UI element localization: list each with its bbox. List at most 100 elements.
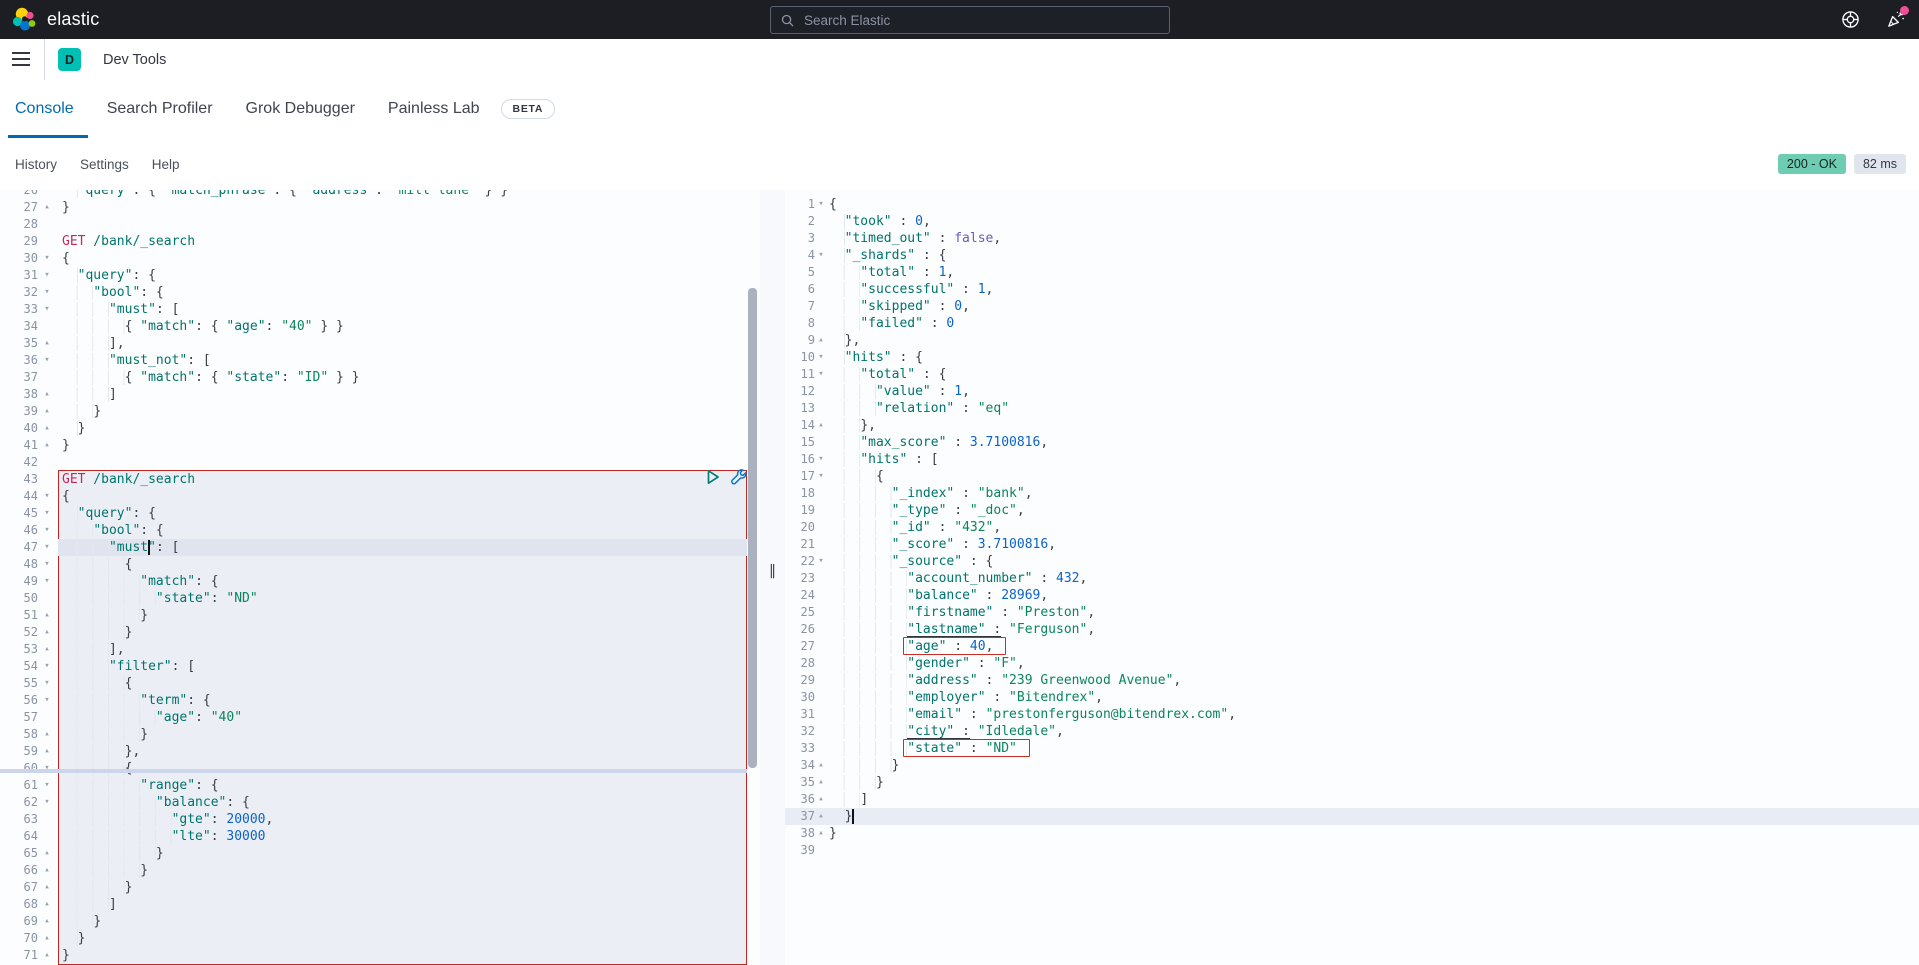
code-line[interactable]: 3 "timed_out" : false, [785, 230, 1919, 247]
code-line[interactable]: 31▾ "query": { [0, 267, 760, 284]
fold-toggle-icon[interactable]: ▴ [38, 335, 56, 352]
code-line[interactable]: 19 "_type" : "_doc", [785, 502, 1919, 519]
newsfeed-icon[interactable] [1886, 10, 1905, 29]
code-line[interactable]: 68▴ ] [0, 896, 760, 913]
code-line[interactable]: 31 "email" : "prestonferguson@bitendrex.… [785, 706, 1919, 723]
code-line[interactable]: 35▴ ], [0, 335, 760, 352]
fold-toggle-icon[interactable]: ▾ [38, 352, 56, 369]
code-line[interactable]: 42 [0, 454, 760, 471]
fold-toggle-icon[interactable]: ▾ [38, 250, 56, 267]
code-line[interactable]: 71▴} [0, 947, 760, 964]
fold-toggle-icon[interactable]: ▾ [815, 349, 827, 366]
code-line[interactable]: 33▾ "must": [ [0, 301, 760, 318]
code-line[interactable]: 58▴ } [0, 726, 760, 743]
code-line[interactable]: 38▴ ] [0, 386, 760, 403]
fold-toggle-icon[interactable]: ▴ [38, 947, 56, 964]
menu-icon[interactable] [12, 51, 30, 67]
code-line[interactable]: 36▾ "must_not": [ [0, 352, 760, 369]
wrench-icon[interactable] [729, 468, 747, 486]
code-line[interactable]: 40▴ } [0, 420, 760, 437]
code-line[interactable]: 65▴ } [0, 845, 760, 862]
code-line[interactable]: 24 "balance" : 28969, [785, 587, 1919, 604]
code-line[interactable]: 16▾ "hits" : [ [785, 451, 1919, 468]
code-line[interactable]: 12 "value" : 1, [785, 383, 1919, 400]
code-line[interactable]: 57 "age": "40" [0, 709, 760, 726]
code-line[interactable]: 48▾ { [0, 556, 760, 573]
breadcrumb[interactable]: Dev Tools [103, 39, 166, 80]
tab-console[interactable]: Console [15, 100, 74, 118]
code-line[interactable]: 17▾ { [785, 468, 1919, 485]
code-line[interactable]: 4▾ "_shards" : { [785, 247, 1919, 264]
fold-toggle-icon[interactable]: ▾ [38, 267, 56, 284]
code-line[interactable]: 32▾ "bool": { [0, 284, 760, 301]
fold-toggle-icon[interactable]: ▾ [38, 777, 56, 794]
code-line[interactable]: 56▾ "term": { [0, 692, 760, 709]
code-line[interactable]: 67▴ } [0, 879, 760, 896]
code-line[interactable]: 15 "max_score" : 3.7100816, [785, 434, 1919, 451]
code-line[interactable]: 39▴ } [0, 403, 760, 420]
code-line[interactable]: 32 "city" : "Idledale", [785, 723, 1919, 740]
code-line[interactable]: 33 "state" : "ND" [785, 740, 1919, 757]
code-line[interactable]: 36▴ ] [785, 791, 1919, 808]
request-editor[interactable]: 26 "query": { "match_phrase": { "address… [0, 190, 760, 965]
code-line[interactable]: 59▴ }, [0, 743, 760, 760]
code-line[interactable]: 50 "state": "ND" [0, 590, 760, 607]
code-line[interactable]: 27▴} [0, 199, 760, 216]
fold-toggle-icon[interactable]: ▴ [38, 862, 56, 879]
code-line[interactable]: 7 "skipped" : 0, [785, 298, 1919, 315]
code-line[interactable]: 1▾{ [785, 196, 1919, 213]
help-icon[interactable] [1841, 10, 1860, 29]
fold-toggle-icon[interactable]: ▴ [38, 199, 56, 216]
code-line[interactable]: 53▴ ], [0, 641, 760, 658]
code-line[interactable]: 34 { "match": { "age": "40" } } [0, 318, 760, 335]
fold-toggle-icon[interactable]: ▴ [38, 624, 56, 641]
code-line[interactable]: 29GET /bank/_search [0, 233, 760, 250]
elastic-logo-icon[interactable] [12, 7, 38, 33]
code-line[interactable]: 52▴ } [0, 624, 760, 641]
code-line[interactable]: 9▴ }, [785, 332, 1919, 349]
fold-toggle-icon[interactable]: ▴ [38, 420, 56, 437]
tab-search-profiler[interactable]: Search Profiler [107, 100, 213, 118]
code-line[interactable]: 66▴ } [0, 862, 760, 879]
fold-toggle-icon[interactable]: ▴ [38, 437, 56, 454]
fold-toggle-icon[interactable]: ▴ [815, 417, 827, 434]
fold-toggle-icon[interactable]: ▾ [38, 658, 56, 675]
fold-toggle-icon[interactable]: ▾ [815, 247, 827, 264]
send-request-icon[interactable] [704, 468, 722, 486]
fold-toggle-icon[interactable]: ▾ [38, 692, 56, 709]
search-input[interactable] [802, 12, 1146, 29]
fold-toggle-icon[interactable]: ▴ [38, 930, 56, 947]
code-line[interactable]: 49▾ "match": { [0, 573, 760, 590]
fold-toggle-icon[interactable]: ▾ [815, 553, 827, 570]
code-line[interactable]: 44▾{ [0, 488, 760, 505]
code-line[interactable]: 51▴ } [0, 607, 760, 624]
code-line[interactable]: 61▾ "range": { [0, 777, 760, 794]
code-line[interactable]: 35▴ } [785, 774, 1919, 791]
fold-toggle-icon[interactable]: ▴ [815, 808, 827, 825]
code-line[interactable]: 28 [0, 216, 760, 233]
code-line[interactable]: 47▾ "must": [ [0, 539, 760, 556]
fold-toggle-icon[interactable]: ▾ [38, 675, 56, 692]
fold-toggle-icon[interactable]: ▾ [38, 573, 56, 590]
code-line[interactable]: 14▴ }, [785, 417, 1919, 434]
code-line[interactable]: 34▴ } [785, 757, 1919, 774]
code-line[interactable]: 5 "total" : 1, [785, 264, 1919, 281]
code-line[interactable]: 46▾ "bool": { [0, 522, 760, 539]
code-line[interactable]: 6 "successful" : 1, [785, 281, 1919, 298]
fold-toggle-icon[interactable]: ▾ [38, 556, 56, 573]
code-line[interactable]: 62▾ "balance": { [0, 794, 760, 811]
code-line[interactable]: 26 "lastname" : "Ferguson", [785, 621, 1919, 638]
code-line[interactable]: 41▴} [0, 437, 760, 454]
code-line[interactable]: 29 "address" : "239 Greenwood Avenue", [785, 672, 1919, 689]
code-line[interactable]: 23 "account_number" : 432, [785, 570, 1919, 587]
code-line[interactable]: 54▾ "filter": [ [0, 658, 760, 675]
panel-resize-handle[interactable]: ‖ [760, 190, 785, 965]
code-line[interactable]: 69▴ } [0, 913, 760, 930]
fold-toggle-icon[interactable]: ▴ [38, 607, 56, 624]
fold-toggle-icon[interactable]: ▴ [38, 845, 56, 862]
menu-history[interactable]: History [15, 157, 57, 172]
code-line[interactable]: 55▾ { [0, 675, 760, 692]
code-line[interactable]: 37 { "match": { "state": "ID" } } [0, 369, 760, 386]
code-line[interactable]: 39 [785, 842, 1919, 859]
space-avatar[interactable]: D [58, 48, 81, 71]
